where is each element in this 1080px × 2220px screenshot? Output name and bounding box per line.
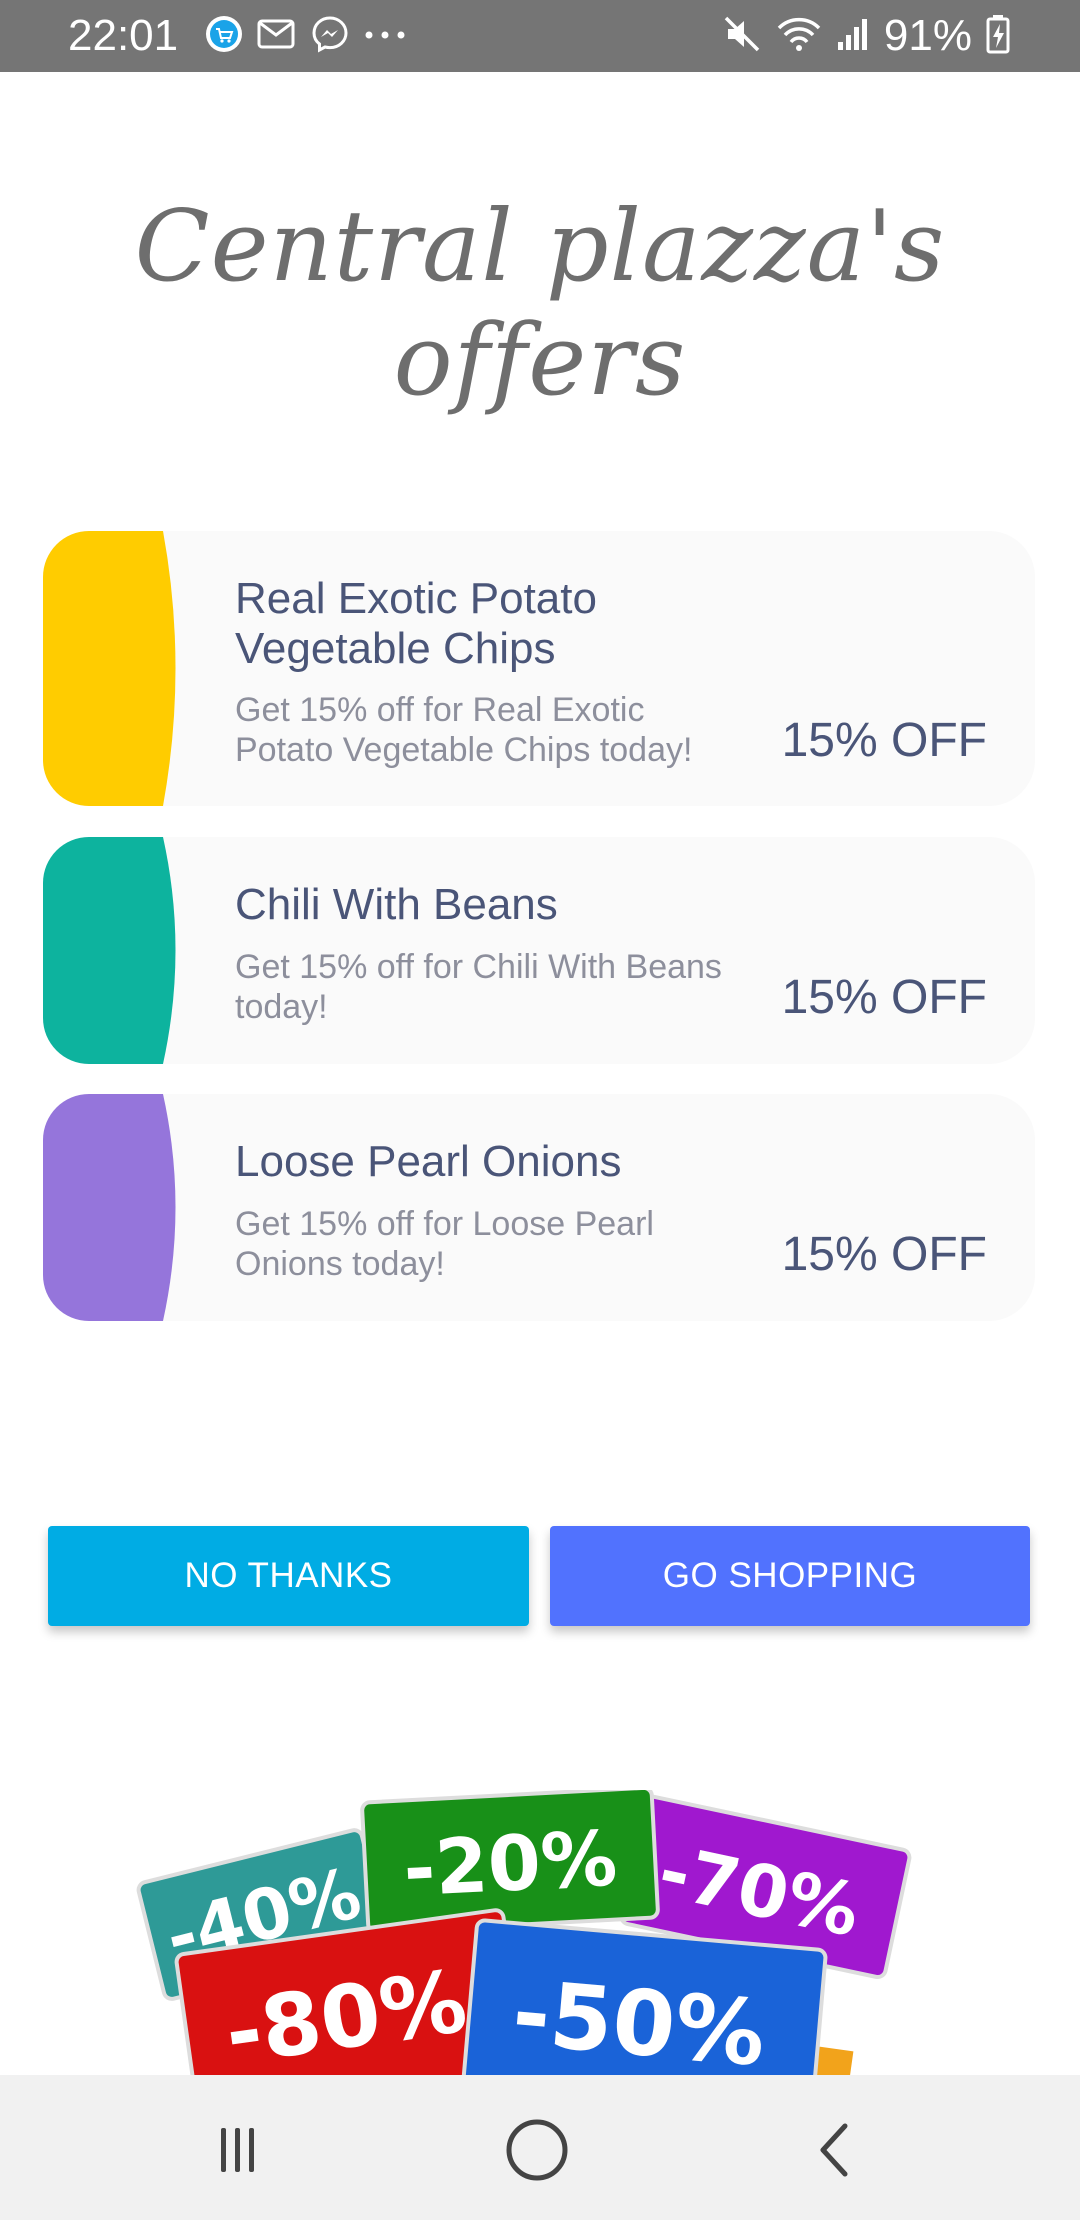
offer-card[interactable]: Loose Pearl Onions Get 15% off for Loose… bbox=[43, 1094, 1035, 1321]
offer-name: Real Exotic Potato Vegetable Chips bbox=[235, 574, 597, 673]
status-time: 22:01 bbox=[68, 11, 179, 60]
mail-icon bbox=[257, 17, 297, 56]
battery-charging-icon bbox=[986, 14, 1010, 59]
notification-icons bbox=[205, 15, 407, 58]
offer-description: Get 15% off for Loose Pearl Onions today… bbox=[235, 1205, 654, 1283]
offer-color-tab bbox=[43, 531, 183, 806]
offer-discount: 15% OFF bbox=[781, 714, 987, 767]
offer-card[interactable]: Chili With Beans Get 15% off for Chili W… bbox=[43, 837, 1035, 1064]
offer-discount: 15% OFF bbox=[781, 1228, 987, 1281]
go-shopping-button[interactable]: GO SHOPPING bbox=[550, 1526, 1030, 1626]
discount-tags-image: -40% -70% -20% -80% -50% bbox=[130, 1790, 930, 2075]
messenger-icon bbox=[311, 15, 349, 58]
offer-name: Loose Pearl Onions bbox=[235, 1137, 622, 1186]
tag-20: -20% bbox=[360, 1790, 660, 1935]
shopping-app-icon bbox=[205, 15, 243, 58]
battery-percent: 91% bbox=[883, 11, 972, 60]
recent-apps-icon[interactable] bbox=[197, 2115, 277, 2185]
offer-color-tab bbox=[43, 837, 183, 1064]
mute-icon bbox=[722, 14, 762, 59]
status-bar: 22:01 91% bbox=[0, 0, 1080, 72]
home-icon[interactable] bbox=[497, 2115, 577, 2185]
page-title: Central plazza's offers bbox=[134, 190, 946, 418]
more-dots-icon bbox=[363, 27, 407, 45]
offer-discount: 15% OFF bbox=[781, 971, 987, 1024]
offer-card[interactable]: Real Exotic Potato Vegetable Chips Get 1… bbox=[43, 531, 1035, 806]
offer-color-tab bbox=[43, 1094, 183, 1321]
svg-text:-20%: -20% bbox=[401, 1813, 619, 1913]
back-icon[interactable] bbox=[797, 2115, 877, 2185]
offer-description: Get 15% off for Real Exotic Potato Veget… bbox=[235, 691, 693, 769]
no-thanks-button[interactable]: NO THANKS bbox=[48, 1526, 529, 1626]
navigation-bar bbox=[0, 2075, 1080, 2220]
wifi-icon bbox=[776, 14, 822, 59]
signal-icon bbox=[836, 16, 870, 57]
offer-name: Chili With Beans bbox=[235, 880, 558, 929]
system-icons: 91% bbox=[722, 12, 1010, 60]
offer-description: Get 15% off for Chili With Beans today! bbox=[235, 948, 722, 1026]
